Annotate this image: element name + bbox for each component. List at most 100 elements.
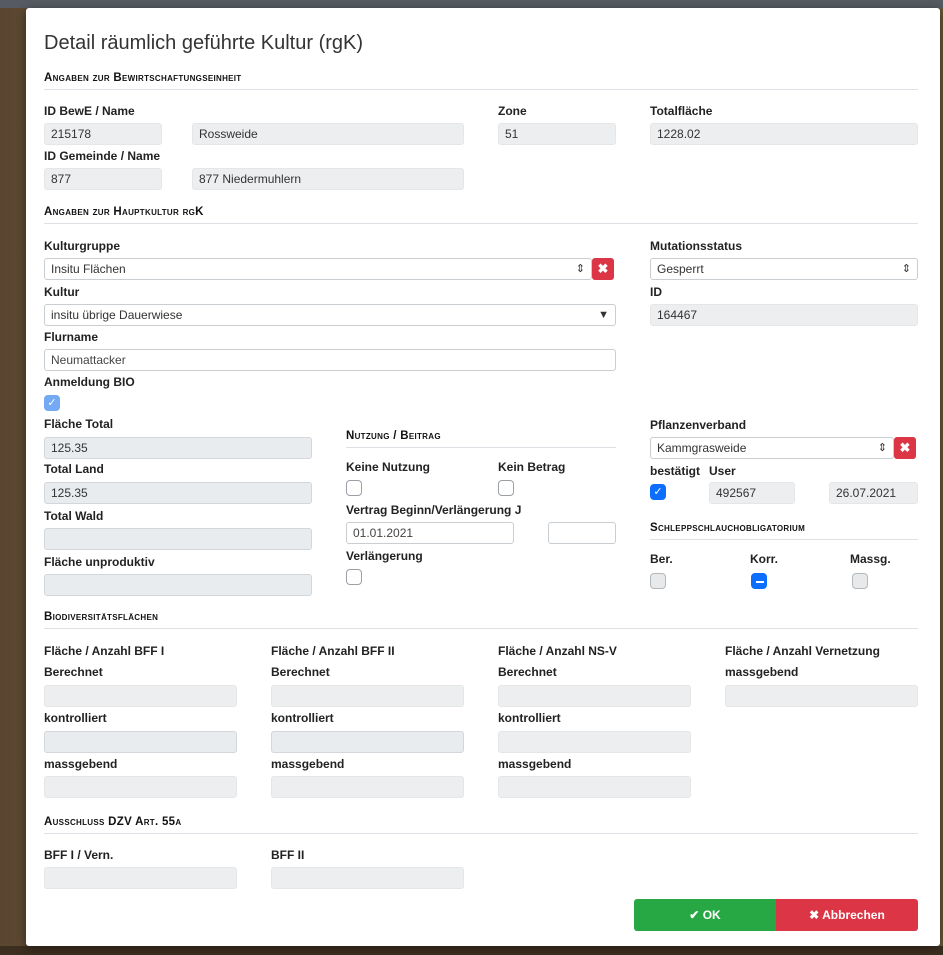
field-bff2-massgebend xyxy=(271,776,464,798)
field-bestaetigt-date: 26.07.2021 xyxy=(829,482,918,504)
clear-kulturgruppe-button[interactable]: ✖ xyxy=(592,258,614,280)
field-total-land: 125.35 xyxy=(44,482,312,504)
field-nsv-massgebend xyxy=(498,776,691,798)
kultur-select[interactable]: insitu übrige Dauerwiese ▼ xyxy=(44,304,616,326)
label-massg: Massg. xyxy=(850,552,891,566)
korr-checkbox[interactable] xyxy=(751,573,767,589)
label-zone: Zone xyxy=(498,104,527,118)
clear-pflanzenverband-button[interactable]: ✖ xyxy=(894,437,916,459)
label-pflanzenverband: Pflanzenverband xyxy=(650,418,747,432)
label-bestaetigt: bestätigt xyxy=(650,464,701,478)
divider xyxy=(346,447,616,448)
background-strip xyxy=(0,946,943,955)
label-kulturgruppe: Kulturgruppe xyxy=(44,239,120,253)
kulturgruppe-select[interactable]: Insitu Flächen ⇕ xyxy=(44,258,592,280)
sort-arrows-icon: ⇕ xyxy=(877,442,887,454)
field-bewe-name: Rossweide xyxy=(192,123,464,145)
label-id: ID xyxy=(650,285,662,299)
label-bff2-massgebend: massgebend xyxy=(271,757,345,771)
label-bff2: Fläche / Anzahl BFF II xyxy=(271,644,395,658)
label-bff2-kontrolliert: kontrolliert xyxy=(271,711,334,725)
flurname-input[interactable]: Neumattacker xyxy=(44,349,616,371)
field-rgk-id: 164467 xyxy=(650,304,918,326)
mutationsstatus-value: Gesperrt xyxy=(657,262,704,276)
label-flurname: Flurname xyxy=(44,330,99,344)
field-ausschluss-bff2 xyxy=(271,867,464,889)
divider xyxy=(650,539,918,540)
label-kultur: Kultur xyxy=(44,285,80,299)
label-vernetzung: Fläche / Anzahl Vernetzung xyxy=(725,644,880,658)
field-bff1-berechnet xyxy=(44,685,237,707)
field-flaeche-total: 125.35 xyxy=(44,437,312,459)
vertrag-date-input[interactable]: 01.01.2021 xyxy=(346,522,514,544)
label-ber: Ber. xyxy=(650,552,673,566)
cancel-label: Abbrechen xyxy=(822,908,885,922)
label-ausschluss-bff2: BFF II xyxy=(271,848,305,862)
close-icon: ✖ xyxy=(809,908,820,922)
label-total-land: Total Land xyxy=(44,462,104,476)
label-bff1-massgebend: massgebend xyxy=(44,757,118,771)
label-nsv-berechnet: Berechnet xyxy=(498,665,557,679)
label-user: User xyxy=(709,464,736,478)
divider xyxy=(44,223,918,224)
label-gemeinde: ID Gemeinde / Name xyxy=(44,149,161,163)
dialog-title: Detail räumlich geführte Kultur (rgK) xyxy=(44,32,364,54)
label-vertrag: Vertrag Beginn/Verlängerung J xyxy=(346,503,522,517)
label-flaeche-total: Fläche Total xyxy=(44,417,114,431)
label-bff1-kontrolliert: kontrolliert xyxy=(44,711,107,725)
label-bff1: Fläche / Anzahl BFF I xyxy=(44,644,165,658)
label-nsv-massgebend: massgebend xyxy=(498,757,572,771)
keine-nutzung-checkbox[interactable] xyxy=(346,480,362,496)
check-icon: ✔ xyxy=(689,908,700,922)
close-icon: ✖ xyxy=(899,440,911,455)
pflanzenverband-select[interactable]: Kammgrasweide ⇕ xyxy=(650,437,894,459)
label-totalflaeche: Totalfläche xyxy=(650,104,713,118)
label-bff2-berechnet: Berechnet xyxy=(271,665,330,679)
pflanzenverband-value: Kammgrasweide xyxy=(657,441,747,455)
kultur-value: insitu übrige Dauerwiese xyxy=(51,308,183,322)
field-bewe-id: 215178 xyxy=(44,123,162,145)
label-nsv: Fläche / Anzahl NS-V xyxy=(498,644,617,658)
label-vernetzung-massgebend: massgebend xyxy=(725,665,799,679)
section-ausschluss: Ausschluss DZV Art. 55a xyxy=(44,816,182,828)
vertrag-j-input[interactable] xyxy=(548,522,616,544)
cancel-button[interactable]: ✖ Abbrechen xyxy=(776,899,918,931)
section-biodiversitaet: Biodiversitätsflächen xyxy=(44,611,159,623)
divider xyxy=(44,833,918,834)
browser-top-bar xyxy=(0,0,943,8)
mutationsstatus-select[interactable]: Gesperrt ⇕ xyxy=(650,258,918,280)
label-keine-nutzung: Keine Nutzung xyxy=(346,460,430,474)
field-nsv-kontrolliert xyxy=(498,731,691,753)
field-bff2-berechnet xyxy=(271,685,464,707)
detail-dialog: Detail räumlich geführte Kultur (rgK) An… xyxy=(26,8,940,946)
label-nsv-kontrolliert: kontrolliert xyxy=(498,711,561,725)
label-kein-betrag: Kein Betrag xyxy=(498,460,566,474)
bestaetigt-checkbox[interactable]: ✓ xyxy=(650,484,666,500)
field-bff2-kontrolliert xyxy=(271,731,464,753)
kein-betrag-checkbox[interactable] xyxy=(498,480,514,496)
divider xyxy=(44,628,918,629)
sort-arrows-icon: ⇕ xyxy=(901,263,911,275)
section-bewirtschaftungseinheit: Angaben zur Bewirtschaftungseinheit xyxy=(44,72,242,84)
field-total-wald xyxy=(44,528,312,550)
ok-label: OK xyxy=(702,908,721,922)
ber-checkbox xyxy=(650,573,666,589)
section-hauptkultur: Angaben zur Hauptkultur rgK xyxy=(44,206,204,218)
label-flaeche-unproduktiv: Fläche unproduktiv xyxy=(44,555,155,569)
bio-checkbox[interactable]: ✓ xyxy=(44,395,60,411)
kulturgruppe-value: Insitu Flächen xyxy=(51,262,126,276)
close-icon: ✖ xyxy=(597,261,609,276)
field-vernetzung-massgebend xyxy=(725,685,918,707)
ok-button[interactable]: ✔ OK xyxy=(634,899,776,931)
field-nsv-berechnet xyxy=(498,685,691,707)
field-bff1-massgebend xyxy=(44,776,237,798)
check-icon: ✓ xyxy=(47,397,57,409)
section-schleppschlauch: Schleppschlauchobligatorium xyxy=(650,522,806,534)
label-total-wald: Total Wald xyxy=(44,509,104,523)
label-mutationsstatus: Mutationsstatus xyxy=(650,239,743,253)
label-bff1-vern: BFF I / Vern. xyxy=(44,848,114,862)
label-verlaengerung: Verlängerung xyxy=(346,549,423,563)
massg-checkbox xyxy=(852,573,868,589)
label-korr: Korr. xyxy=(750,552,779,566)
verlaengerung-checkbox[interactable] xyxy=(346,569,362,585)
